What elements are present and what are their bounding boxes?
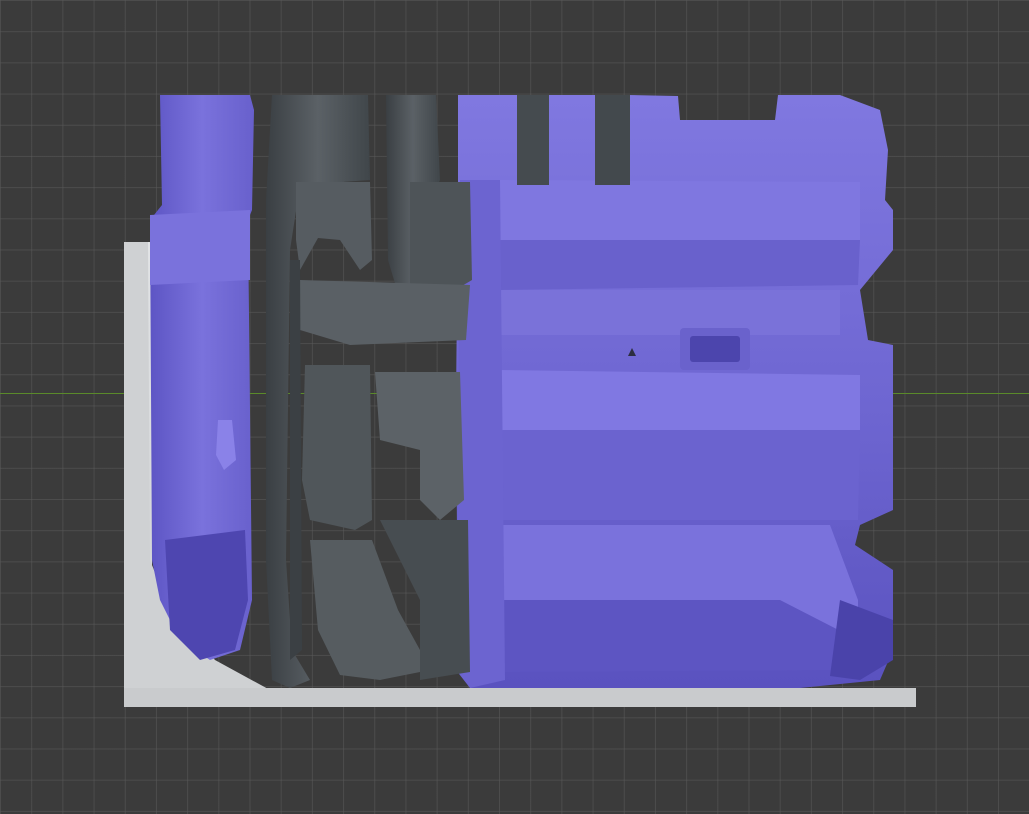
scene-canvas[interactable] <box>0 0 1029 814</box>
purple-model-part[interactable] <box>150 95 254 660</box>
3d-viewport[interactable] <box>0 0 1029 814</box>
